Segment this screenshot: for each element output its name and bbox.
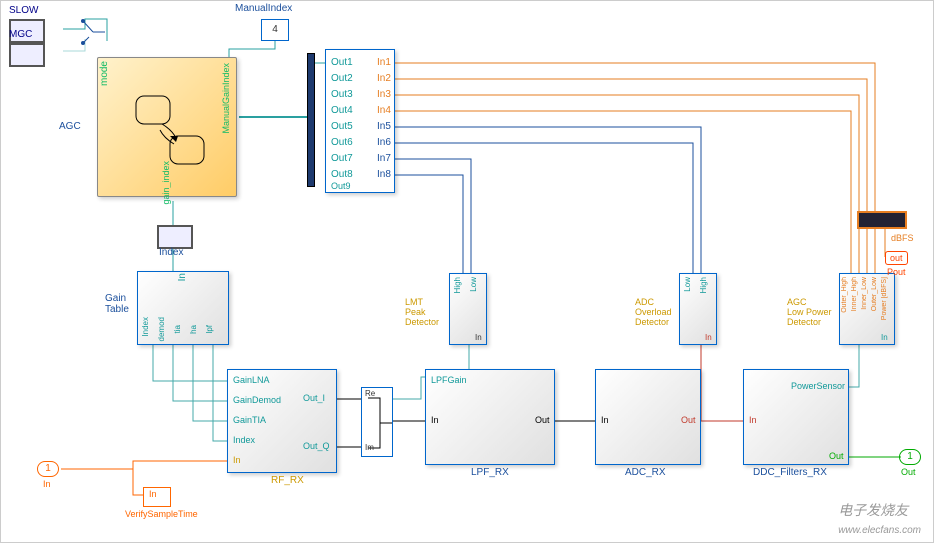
bus-out9: Out9 bbox=[331, 181, 351, 191]
agc-label: AGC bbox=[59, 121, 81, 132]
lpf-gain: LPFGain bbox=[431, 375, 467, 385]
vst-in: In bbox=[149, 489, 157, 499]
switch-mgc-icon bbox=[9, 43, 45, 67]
bus-out6: Out6 bbox=[331, 137, 353, 148]
agc-lp-in: In bbox=[881, 333, 888, 342]
lmt-in: In bbox=[475, 333, 482, 342]
switch-mgc-label: MGC bbox=[9, 29, 32, 40]
bus-in7: In7 bbox=[377, 153, 391, 164]
rf-gainlna: GainLNA bbox=[233, 375, 270, 385]
gain-table-in: In bbox=[177, 273, 188, 281]
adc-ov-lo: Low bbox=[683, 277, 692, 292]
ddc-in: In bbox=[749, 415, 757, 425]
im-label: Im bbox=[365, 443, 374, 452]
manual-switch-icon[interactable] bbox=[79, 15, 107, 49]
agc-lp-pw: Power [dBFS] bbox=[881, 277, 888, 320]
ddc-ps: PowerSensor bbox=[791, 381, 845, 391]
agc-port-manual: ManualGainIndex bbox=[221, 63, 231, 134]
pout-label: Pout bbox=[887, 267, 906, 277]
gain-table-label: Gain Table bbox=[105, 293, 129, 315]
gain-table-o0: Index bbox=[141, 317, 150, 337]
bus-in6: In6 bbox=[377, 137, 391, 148]
bus-in8: In8 bbox=[377, 169, 391, 180]
rf-outq: Out_Q bbox=[303, 441, 330, 451]
ddc-out: Out bbox=[829, 451, 844, 461]
out-goto[interactable]: out bbox=[885, 251, 908, 265]
agc-port-gain: gain_index bbox=[161, 161, 171, 205]
rf-gaintia: GainTIA bbox=[233, 415, 266, 425]
bus-out5: Out5 bbox=[331, 121, 353, 132]
lpf-in: In bbox=[431, 415, 439, 425]
adc-ov-hi: High bbox=[699, 277, 708, 293]
agc-lp-label: AGC Low Power Detector bbox=[787, 297, 832, 327]
bus-in4: In4 bbox=[377, 105, 391, 116]
watermark-url: www.elecfans.com bbox=[838, 525, 921, 536]
switch-slow-label: SLOW bbox=[9, 5, 38, 16]
gain-table-o2: tia bbox=[173, 325, 182, 333]
bus-out1: Out1 bbox=[331, 57, 353, 68]
watermark: 电子发烧友 www.elecfans.com bbox=[838, 500, 921, 536]
bus-out3: Out3 bbox=[331, 89, 353, 100]
agc-lp-il: Inner_Low bbox=[861, 277, 868, 310]
lmt-lo: Low bbox=[469, 277, 478, 292]
gain-table-o4: lpf bbox=[205, 325, 214, 333]
lmt-label: LMT Peak Detector bbox=[405, 297, 439, 327]
verify-sample-time-block[interactable] bbox=[143, 487, 171, 507]
manual-index-constant[interactable]: 4 bbox=[261, 19, 289, 41]
ddc-label: DDC_Filters_RX bbox=[753, 467, 827, 478]
watermark-logo: 电子发烧友 bbox=[838, 502, 908, 518]
gain-table-o3: ha bbox=[189, 325, 198, 334]
lmt-hi: High bbox=[453, 277, 462, 293]
bus-in2: In2 bbox=[377, 73, 391, 84]
dbfs-label: dBFS bbox=[891, 233, 914, 243]
agc-lp-ol: Outer_Low bbox=[871, 277, 878, 311]
lpf-out: Out bbox=[535, 415, 550, 425]
bus-in5: In5 bbox=[377, 121, 391, 132]
rf-in: In bbox=[233, 455, 241, 465]
dbfs-display[interactable] bbox=[857, 211, 907, 229]
adc-out: Out bbox=[681, 415, 696, 425]
adc-ov-in: In bbox=[705, 333, 712, 342]
agc-port-mode: mode bbox=[99, 61, 110, 86]
lpf-rx-label: LPF_RX bbox=[471, 467, 509, 478]
index-scope-label: Index bbox=[159, 247, 183, 258]
gain-table-block[interactable] bbox=[137, 271, 229, 345]
bus-in1: In1 bbox=[377, 57, 391, 68]
rf-gaindemod: GainDemod bbox=[233, 395, 281, 405]
vst-label: VerifySampleTime bbox=[125, 509, 198, 519]
bus-out2: Out2 bbox=[331, 73, 353, 84]
adc-ov-label: ADC Overload Detector bbox=[635, 297, 672, 327]
index-scope-icon[interactable] bbox=[157, 225, 193, 249]
bus-out8: Out8 bbox=[331, 169, 353, 180]
inport-1-label: In bbox=[43, 479, 51, 489]
bus-out7: Out7 bbox=[331, 153, 353, 164]
gain-table-o1: demod bbox=[157, 317, 166, 341]
re-label: Re bbox=[365, 389, 375, 398]
rf-outi: Out_I bbox=[303, 393, 325, 403]
rf-index: Index bbox=[233, 435, 255, 445]
inport-1[interactable]: 1 bbox=[37, 461, 59, 477]
outport-1-label: Out bbox=[901, 467, 916, 477]
adc-rx-label: ADC_RX bbox=[625, 467, 666, 478]
bus-out4: Out4 bbox=[331, 105, 353, 116]
bus-in3: In3 bbox=[377, 89, 391, 100]
manual-index-label: ManualIndex bbox=[235, 3, 292, 14]
rf-rx-label: RF_RX bbox=[271, 475, 304, 486]
adc-in: In bbox=[601, 415, 609, 425]
agc-lp-oh: Outer_High bbox=[841, 277, 848, 313]
bus-creator[interactable] bbox=[307, 53, 315, 187]
agc-lp-ih: Inner_High bbox=[851, 277, 858, 311]
outport-1[interactable]: 1 bbox=[899, 449, 921, 465]
